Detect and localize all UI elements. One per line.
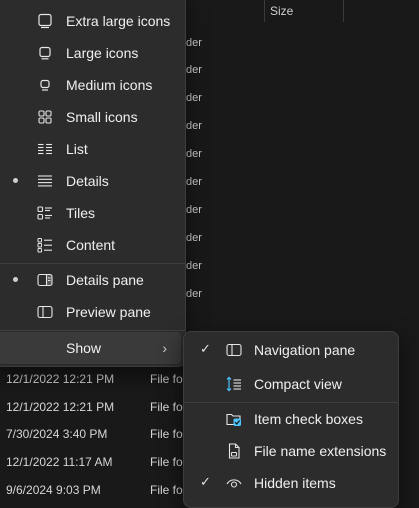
menu-item-label: Extra large icons bbox=[66, 13, 171, 29]
submenu-item-navigation-pane[interactable]: ✓ Navigation pane bbox=[188, 334, 394, 366]
type-cell: der bbox=[186, 64, 202, 76]
small-icons-icon bbox=[37, 109, 53, 125]
navigation-pane-icon bbox=[226, 342, 242, 358]
menu-item-show[interactable]: Show › bbox=[0, 332, 181, 364]
menu-item-label: Tiles bbox=[66, 205, 96, 221]
menu-item-details-pane[interactable]: Details pane bbox=[0, 264, 181, 296]
type-cell: der bbox=[186, 260, 202, 272]
submenu-item-label: File name extensions bbox=[254, 443, 387, 459]
table-row[interactable]: 7/30/2024 3:40 PM File fo bbox=[0, 421, 190, 447]
view-menu: Extra large icons Large icons Medium ico… bbox=[0, 0, 186, 367]
submenu-item-label: Navigation pane bbox=[254, 342, 356, 358]
menu-item-details[interactable]: Details bbox=[0, 165, 181, 197]
table-row[interactable]: 9/6/2024 9:03 PM File fo bbox=[0, 477, 190, 503]
menu-item-label: List bbox=[66, 141, 88, 157]
type-cell: der bbox=[186, 232, 202, 244]
checkmark-icon: ✓ bbox=[200, 341, 211, 356]
menu-item-label: Show bbox=[66, 340, 102, 356]
date-cell: 12/1/2022 12:21 PM bbox=[6, 372, 115, 386]
menu-item-tiles[interactable]: Tiles bbox=[0, 197, 181, 229]
large-icons-icon bbox=[37, 45, 53, 61]
tiles-icon bbox=[37, 205, 53, 221]
list-icon bbox=[37, 141, 53, 157]
column-divider[interactable] bbox=[343, 0, 344, 22]
details-icon bbox=[37, 173, 53, 189]
submenu-item-label: Hidden items bbox=[254, 475, 336, 491]
submenu-item-hidden-items[interactable]: ✓ Hidden items bbox=[188, 467, 394, 499]
checkmark-icon: ✓ bbox=[200, 474, 211, 489]
menu-item-medium-icons[interactable]: Medium icons bbox=[0, 69, 181, 101]
menu-item-extra-large-icons[interactable]: Extra large icons bbox=[0, 5, 181, 37]
type-cell: File fo bbox=[150, 372, 183, 386]
type-cell: File fo bbox=[150, 455, 183, 469]
menu-item-large-icons[interactable]: Large icons bbox=[0, 37, 181, 69]
type-cell: der bbox=[186, 92, 202, 104]
menu-item-list[interactable]: List bbox=[0, 133, 181, 165]
file-name-extensions-icon bbox=[226, 443, 242, 459]
extra-large-icons-icon bbox=[37, 13, 53, 29]
column-header bbox=[185, 0, 419, 22]
date-cell: 7/30/2024 3:40 PM bbox=[6, 427, 108, 441]
type-cell: der bbox=[186, 148, 202, 160]
details-pane-icon bbox=[37, 272, 53, 288]
type-cell: File fo bbox=[150, 427, 183, 441]
table-row[interactable]: 12/1/2022 12:21 PM File fo bbox=[0, 394, 190, 420]
selected-dot-icon bbox=[13, 277, 18, 282]
chevron-right-icon: › bbox=[162, 340, 167, 356]
date-cell: 12/1/2022 12:21 PM bbox=[6, 400, 115, 414]
date-cell: 12/1/2022 11:17 AM bbox=[6, 455, 113, 469]
type-cell: File fo bbox=[150, 483, 183, 497]
type-cell: der bbox=[186, 120, 202, 132]
menu-item-label: Details bbox=[66, 173, 109, 189]
menu-item-label: Medium icons bbox=[66, 77, 153, 93]
submenu-item-compact-view[interactable]: Compact view bbox=[188, 368, 394, 400]
menu-item-preview-pane[interactable]: Preview pane bbox=[0, 296, 181, 328]
type-cell: der bbox=[186, 288, 202, 300]
menu-separator bbox=[0, 330, 185, 331]
column-divider[interactable] bbox=[264, 0, 265, 22]
menu-item-content[interactable]: Content bbox=[0, 229, 181, 261]
size-column-header[interactable]: Size bbox=[270, 4, 293, 18]
selected-dot-icon bbox=[13, 178, 18, 183]
menu-item-label: Preview pane bbox=[66, 304, 151, 320]
type-cell: File fo bbox=[150, 400, 183, 414]
show-submenu: ✓ Navigation pane Compact view Item chec… bbox=[183, 331, 399, 508]
submenu-item-file-name-extensions[interactable]: File name extensions bbox=[188, 435, 394, 467]
submenu-item-label: Item check boxes bbox=[254, 411, 363, 427]
medium-icons-icon bbox=[37, 77, 53, 93]
compact-view-icon bbox=[226, 376, 242, 392]
content-icon bbox=[37, 237, 53, 253]
hidden-items-icon bbox=[226, 475, 242, 491]
table-row[interactable]: 12/1/2022 11:17 AM File fo bbox=[0, 449, 190, 475]
menu-item-small-icons[interactable]: Small icons bbox=[0, 101, 181, 133]
submenu-item-label: Compact view bbox=[254, 376, 342, 392]
submenu-item-item-check-boxes[interactable]: Item check boxes bbox=[188, 403, 394, 435]
menu-item-label: Small icons bbox=[66, 109, 138, 125]
table-row[interactable]: 12/1/2022 12:21 PM File fo bbox=[0, 366, 190, 392]
type-cell: der bbox=[186, 204, 202, 216]
type-cell: der bbox=[186, 176, 202, 188]
menu-item-label: Details pane bbox=[66, 272, 144, 288]
date-cell: 9/6/2024 9:03 PM bbox=[6, 483, 101, 497]
menu-item-label: Content bbox=[66, 237, 116, 253]
item-check-boxes-icon bbox=[226, 411, 242, 427]
preview-pane-icon bbox=[37, 304, 53, 320]
type-cell: der bbox=[186, 37, 202, 49]
menu-item-label: Large icons bbox=[66, 45, 139, 61]
